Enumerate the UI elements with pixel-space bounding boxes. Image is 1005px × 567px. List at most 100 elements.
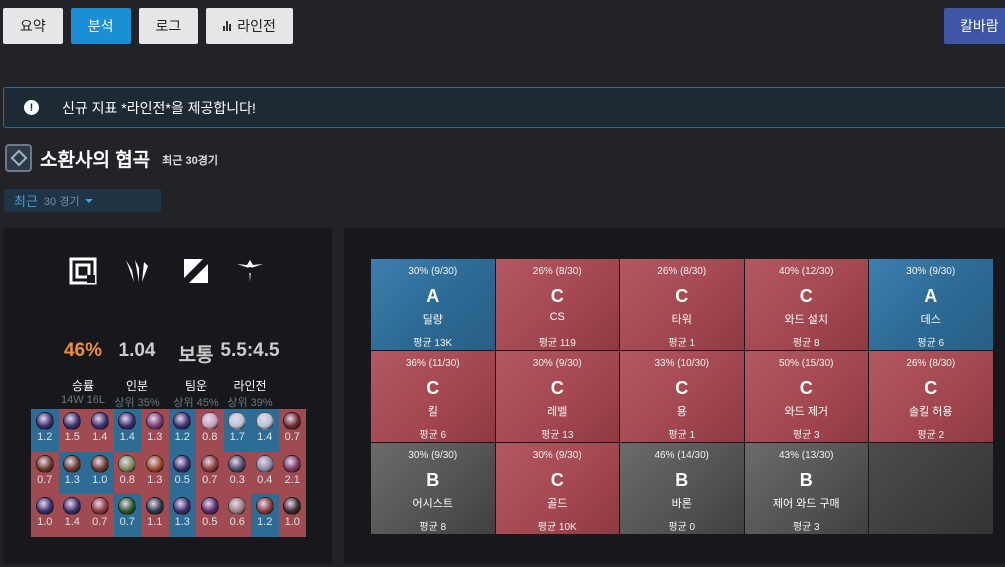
champion-cell[interactable]: 1.0 (278, 494, 306, 537)
champion-portrait (118, 497, 137, 515)
tab-laning[interactable]: 라인전 (206, 8, 293, 44)
champion-cell[interactable]: 1.2 (251, 494, 279, 537)
grade-letter: C (799, 286, 813, 306)
champion-cell[interactable]: 1.4 (251, 409, 279, 452)
champion-portrait (255, 454, 274, 473)
champion-cell[interactable]: 1.2 (31, 409, 59, 452)
champion-cell[interactable]: 1.3 (141, 451, 169, 494)
champion-cell[interactable]: 0.7 (31, 451, 59, 494)
champion-portrait (145, 497, 164, 515)
champion-cell[interactable]: 1.3 (58, 451, 86, 494)
champion-cell[interactable]: 0.7 (86, 494, 114, 537)
grade-average: 평균 2 (917, 430, 945, 441)
recent-games-dropdown[interactable]: 최근 30 경기 (4, 189, 161, 212)
tab-analysis[interactable]: 분석 (70, 8, 131, 44)
stat-laning: 5.5:4.5 라인전 상위 39% (215, 256, 285, 409)
champion-portrait (173, 497, 192, 515)
champion-cell[interactable]: 0.5 (168, 451, 196, 494)
champion-portrait (63, 454, 82, 473)
grade-cell: 43% (13/30) B 제어 와드 구매 평균 3 (744, 443, 868, 534)
top-tab-bar: 요약 분석 로그 라인전 (3, 8, 293, 44)
grade-letter: B (426, 470, 440, 490)
stat-sub: 상위 39% (227, 397, 273, 409)
grade-letter: B (675, 470, 689, 490)
grade-percent: 30% (9/30) (408, 450, 458, 461)
champion-kda: 1.7 (229, 431, 245, 443)
champion-cell[interactable]: 1.4 (86, 409, 114, 452)
champion-cell[interactable]: 1.1 (141, 494, 169, 537)
grade-letter: B (799, 470, 813, 490)
grade-percent: 43% (13/30) (779, 450, 834, 461)
grade-cell: 50% (15/30) C 와드 제거 평균 3 (744, 351, 868, 442)
champion-cell[interactable]: 0.7 (278, 409, 306, 452)
tab-label: 요약 (20, 18, 46, 34)
grade-letter: C (675, 378, 689, 398)
grade-average: 평균 3 (792, 430, 820, 441)
stat-label: 라인전 (233, 379, 267, 393)
grade-cell: 40% (12/30) C 와드 설치 평균 8 (744, 259, 868, 350)
champion-cell[interactable]: 0.6 (223, 494, 251, 537)
grade-letter: C (426, 378, 440, 398)
champion-kda: 0.7 (202, 473, 218, 486)
champion-cell[interactable]: 1.0 (31, 494, 59, 537)
tab-summary[interactable]: 요약 (3, 8, 63, 44)
champion-cell[interactable]: 0.5 (196, 494, 224, 537)
champion-cell[interactable]: 0.7 (113, 494, 141, 537)
bird-icon (237, 260, 263, 282)
grade-percent: 36% (11/30) (405, 358, 460, 369)
champion-kda: 1.4 (64, 516, 80, 528)
aram-button[interactable]: 칼바람 (944, 8, 1005, 44)
tab-log[interactable]: 로그 (138, 8, 199, 44)
grade-cell: 26% (8/30) C 솔킬 허용 평균 2 (869, 351, 993, 442)
grade-average: 평균 1 (668, 430, 696, 441)
champion-cell[interactable]: 2.1 (278, 451, 306, 494)
champion-cell[interactable]: 0.7 (196, 451, 224, 494)
champion-portrait (145, 412, 164, 430)
grade-cell: 30% (9/30) B 어시스트 평균 8 (371, 443, 495, 534)
champion-cell[interactable]: 1.0 (86, 451, 114, 494)
grade-letter: C (550, 286, 564, 306)
caret-down-icon (85, 198, 94, 203)
grade-cell: 36% (11/30) C 킬 평균 6 (371, 351, 495, 442)
grade-metric-name: CS (549, 311, 565, 323)
champion-portrait (90, 412, 109, 430)
grade-cell-empty (869, 443, 993, 534)
grade-grid: 30% (9/30) A 딜량 평균 13K 26% (8/30) C CS 평균 119 26… (371, 259, 993, 534)
champion-cell[interactable]: 0.4 (251, 451, 279, 494)
grade-cell: 26% (8/30) C 타워 평균 1 (620, 259, 744, 350)
champion-cell[interactable]: 0.3 (223, 451, 251, 494)
grade-average: 평균 13K (413, 338, 453, 349)
champion-kda: 1.0 (37, 516, 53, 528)
section-subtitle: 최근 30경기 (162, 155, 218, 167)
champion-cell[interactable]: 1.7 (223, 409, 251, 452)
grade-cell: 33% (10/30) C 용 평균 1 (620, 351, 744, 442)
bar-chart-icon (223, 21, 232, 31)
grade-percent: 30% (9/30) (532, 450, 582, 461)
grade-average: 평균 119 (538, 338, 576, 349)
champion-cell[interactable]: 1.2 (168, 409, 196, 452)
champion-portrait (200, 497, 219, 515)
champion-portrait (283, 412, 302, 430)
champion-kda: 0.5 (202, 516, 218, 528)
grade-letter: C (550, 378, 564, 398)
champion-cell[interactable]: 0.8 (196, 409, 224, 452)
champion-portrait (63, 497, 82, 515)
champion-cell[interactable]: 1.3 (141, 409, 169, 452)
grade-analysis-panel: 30% (9/30) A 딜량 평균 13K 26% (8/30) C CS 평균 119 26… (344, 228, 1005, 564)
champion-portrait (35, 454, 54, 473)
champion-kda: 1.3 (147, 431, 163, 443)
grade-average: 평균 1 (668, 338, 696, 349)
champion-cell[interactable]: 1.4 (113, 409, 141, 452)
grade-letter: C (675, 286, 689, 306)
champion-cell[interactable]: 1.4 (58, 494, 86, 537)
champion-cell[interactable]: 1.3 (168, 494, 196, 537)
champion-portrait (145, 454, 164, 473)
champion-kda: 0.3 (229, 473, 245, 486)
champion-portrait (283, 497, 302, 515)
champion-cell[interactable]: 1.5 (58, 409, 86, 452)
grade-letter: A (924, 286, 938, 306)
champion-portrait (255, 412, 274, 430)
grade-percent: 30% (9/30) (408, 266, 458, 277)
champion-cell[interactable]: 0.8 (113, 451, 141, 494)
slash-square-icon (184, 259, 208, 283)
